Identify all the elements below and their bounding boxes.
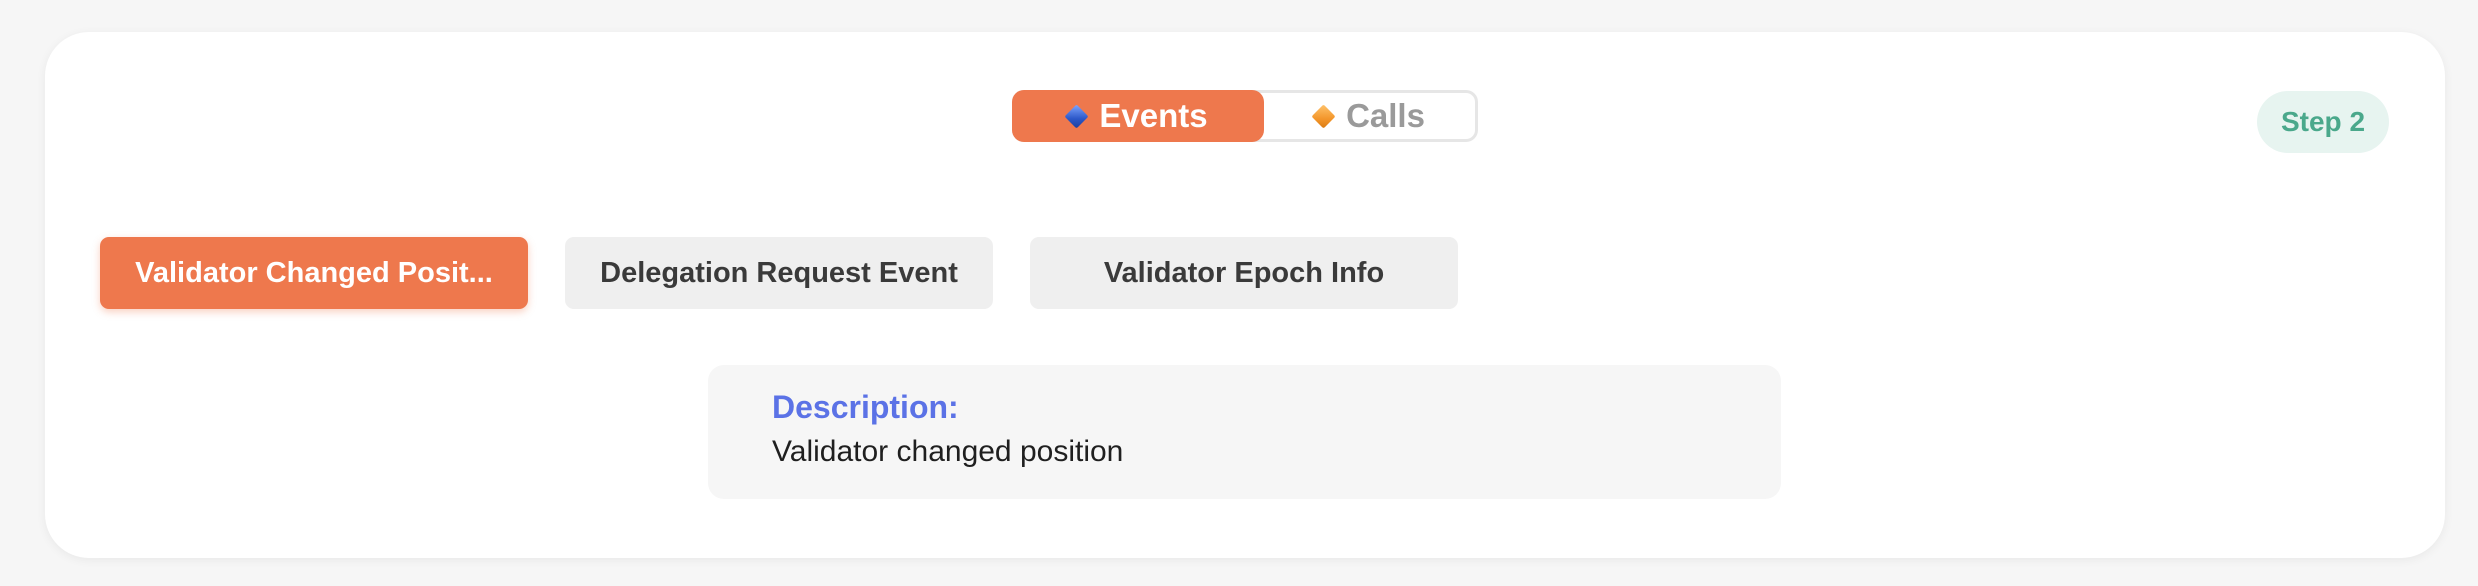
description-box: Description: Validator changed position bbox=[708, 365, 1781, 499]
blue-diamond-icon bbox=[1064, 103, 1089, 129]
events-toggle-button[interactable]: Events bbox=[1012, 90, 1264, 142]
tab-delegation-request-event[interactable]: Delegation Request Event bbox=[565, 237, 993, 309]
events-calls-toggle: Events Calls bbox=[1012, 90, 1478, 142]
step-badge: Step 2 bbox=[2257, 91, 2389, 153]
tab-label: Validator Epoch Info bbox=[1103, 256, 1385, 289]
calls-toggle-button[interactable]: Calls bbox=[1264, 90, 1476, 142]
calls-toggle-label: Calls bbox=[1346, 97, 1425, 134]
description-text: Validator changed position bbox=[772, 435, 1124, 468]
orange-diamond-icon bbox=[1311, 103, 1336, 129]
tab-label: Validator Changed Posit... bbox=[135, 256, 493, 289]
event-panel-card: Events Calls Step 2 Validator Changed Po… bbox=[45, 32, 2445, 558]
tab-validator-changed-position[interactable]: Validator Changed Posit... bbox=[100, 237, 528, 309]
events-toggle-label: Events bbox=[1099, 97, 1208, 134]
step-badge-label: Step 2 bbox=[2280, 106, 2366, 137]
description-title: Description: bbox=[772, 389, 959, 425]
tab-label: Delegation Request Event bbox=[600, 256, 958, 289]
tab-validator-epoch-info[interactable]: Validator Epoch Info bbox=[1030, 237, 1458, 309]
